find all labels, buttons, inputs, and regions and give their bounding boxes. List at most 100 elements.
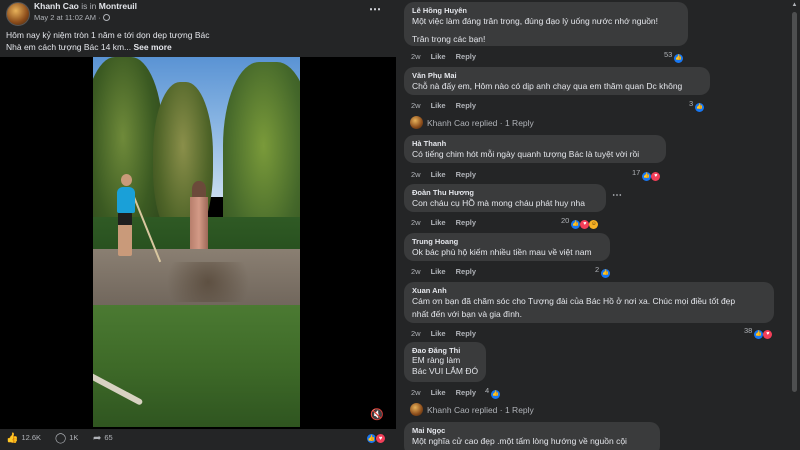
comment-text: Cám ơn bạn đã chăm sóc cho Tượng đài của…: [412, 296, 736, 306]
comment-actions: 2w Like Reply: [411, 52, 486, 61]
reply-button[interactable]: Reply: [456, 218, 476, 227]
comment-author[interactable]: Đao Đăng Thi: [412, 346, 478, 355]
comment-author[interactable]: Trung Hoang: [412, 237, 602, 246]
comment-author[interactable]: Đoàn Thu Hương: [412, 188, 598, 197]
comment-time[interactable]: 2w: [411, 388, 421, 397]
like-button[interactable]: Like: [431, 388, 446, 397]
comment-text: Một nghĩa cử cao đẹp .một tấm lòng hướng…: [412, 436, 627, 446]
comment-reactions[interactable]: 3 👍: [689, 99, 705, 112]
app-root: Khanh Cao is in Montreuil May 2 at 11:02…: [0, 0, 800, 450]
post-panel: Khanh Cao is in Montreuil May 2 at 11:02…: [0, 0, 396, 450]
like-reaction-icon: 👍: [571, 220, 581, 229]
comment-count: 1K: [69, 433, 79, 442]
comment-reactions[interactable]: 53 👍: [664, 50, 684, 63]
comment-bubble: Mai Ngọc Một nghĩa cử cao đẹp .một tấm l…: [404, 422, 660, 450]
person-legs: [118, 212, 132, 256]
globe-icon: [102, 14, 110, 21]
reply-avatar: [410, 116, 423, 129]
video-frame[interactable]: [93, 57, 300, 427]
comment-stat[interactable]: ◯ 1K: [55, 433, 78, 444]
leaf-pile: [153, 262, 263, 302]
comments-panel[interactable]: Lê Hồng Huyên Một việc làm đáng trân trọ…: [396, 0, 800, 450]
post-timestamp[interactable]: May 2 at 11:02 AM: [34, 13, 96, 22]
more-options-icon[interactable]: ⋯: [369, 2, 381, 16]
like-button[interactable]: Like: [431, 52, 446, 61]
person-body: [117, 187, 135, 213]
comment-bubble: Xuan Anh Cám ơn bạn đã chăm sóc cho Tượn…: [404, 282, 774, 323]
reply-summary: Khanh Cao replied · 1 Reply: [427, 118, 534, 128]
see-more-link[interactable]: See more: [134, 42, 172, 52]
like-reaction-icon: 👍: [491, 390, 501, 399]
thumbs-up-icon: 👍: [6, 433, 19, 444]
author-name[interactable]: Khanh Cao: [34, 1, 79, 11]
comment-actions: 2w Like Reply: [411, 329, 486, 338]
comment-text: Trân trọng các bạn!: [412, 34, 486, 44]
comment-reactions[interactable]: 4 👍: [485, 386, 501, 399]
scroll-up-arrow-icon[interactable]: ▲: [791, 2, 798, 9]
comment-reactions[interactable]: 17 👍 ♥: [632, 168, 661, 181]
post-caption-line1: Hôm nay kỷ niệm tròn 1 năm e tới dọn dẹp…: [6, 30, 210, 40]
post-header: Khanh Cao is in Montreuil May 2 at 11:02…: [0, 0, 396, 56]
reply-button[interactable]: Reply: [456, 52, 476, 61]
comment-reactions[interactable]: 2 👍: [595, 265, 611, 278]
reaction-count: 3: [689, 99, 694, 108]
person-head: [121, 174, 132, 186]
comment-time[interactable]: 2w: [411, 218, 421, 227]
view-replies-link[interactable]: Khanh Cao replied · 1 Reply: [410, 116, 534, 129]
author-avatar[interactable]: [6, 2, 30, 26]
comment-time[interactable]: 2w: [411, 170, 421, 179]
comment-actions: 2w Like Reply: [411, 267, 486, 276]
comment-bubble: Lê Hồng Huyên Một việc làm đáng trân trọ…: [404, 2, 688, 46]
like-reaction-icon: 👍: [674, 54, 684, 63]
comment-time[interactable]: 2w: [411, 329, 421, 338]
love-reaction-icon: ♥: [651, 172, 661, 181]
comment-author[interactable]: Mai Ngọc: [412, 426, 652, 435]
comment-bubble: Hà Thanh Có tiếng chim hót mỗi ngày quan…: [404, 135, 666, 163]
comment-reactions[interactable]: 20 👍 ♥ ☺: [561, 216, 599, 229]
like-stat[interactable]: 👍 12.6K: [6, 433, 41, 444]
like-reaction-icon: 👍: [695, 103, 705, 112]
share-stat[interactable]: ➦ 65: [93, 433, 113, 444]
comment-text: Ok bác phù hộ kiếm nhiều tiền mau về việ…: [412, 247, 592, 257]
comment-options-icon[interactable]: ⋯: [612, 190, 622, 201]
grass-lawn: [93, 305, 300, 427]
comment-time[interactable]: 2w: [411, 52, 421, 61]
comment-time[interactable]: 2w: [411, 267, 421, 276]
comment-reactions[interactable]: 38 👍 ♥: [744, 326, 773, 339]
comment-author[interactable]: Lê Hồng Huyên: [412, 6, 680, 15]
love-reaction-icon: ♥: [763, 330, 773, 339]
author-line: Khanh Cao is in Montreuil: [34, 1, 137, 11]
reply-button[interactable]: Reply: [456, 388, 476, 397]
comment-text: nhất đến với bạn và gia đình.: [412, 309, 523, 319]
reaction-count: 53: [664, 50, 673, 59]
comments-scrollbar[interactable]: ▲: [791, 2, 798, 448]
like-button[interactable]: Like: [431, 218, 446, 227]
view-replies-link[interactable]: Khanh Cao replied · 1 Reply: [410, 403, 534, 416]
like-button[interactable]: Like: [431, 267, 446, 276]
reply-button[interactable]: Reply: [456, 101, 476, 110]
like-count: 12.6K: [21, 433, 42, 442]
comment-time[interactable]: 2w: [411, 101, 421, 110]
like-button[interactable]: Like: [431, 101, 446, 110]
reply-button[interactable]: Reply: [456, 329, 476, 338]
like-reaction-icon: 👍: [754, 330, 764, 339]
reaction-count: 17: [632, 168, 641, 177]
comment-text: Một việc làm đáng trân trọng, đúng đạo l…: [412, 16, 659, 26]
comment-author[interactable]: Xuan Anh: [412, 286, 766, 295]
comment-author[interactable]: Văn Phụ Mai: [412, 71, 702, 80]
reaction-count: 38: [744, 326, 753, 335]
reply-button[interactable]: Reply: [456, 267, 476, 276]
caption-text: Nhà em cách tượng Bác 14 km...: [6, 42, 132, 52]
reply-avatar: [410, 403, 423, 416]
comment-actions: 2w Like Reply: [411, 388, 486, 397]
mute-icon[interactable]: 🔇: [370, 408, 384, 422]
like-button[interactable]: Like: [431, 329, 446, 338]
like-button[interactable]: Like: [431, 170, 446, 179]
love-reaction-icon: ♥: [580, 220, 590, 229]
post-media[interactable]: 🔇: [0, 57, 396, 429]
location-link[interactable]: Montreuil: [99, 1, 137, 11]
reply-button[interactable]: Reply: [456, 170, 476, 179]
scroll-thumb[interactable]: [792, 12, 797, 392]
comment-author[interactable]: Hà Thanh: [412, 139, 658, 148]
comment-text: EM ràng làm: [412, 355, 461, 365]
